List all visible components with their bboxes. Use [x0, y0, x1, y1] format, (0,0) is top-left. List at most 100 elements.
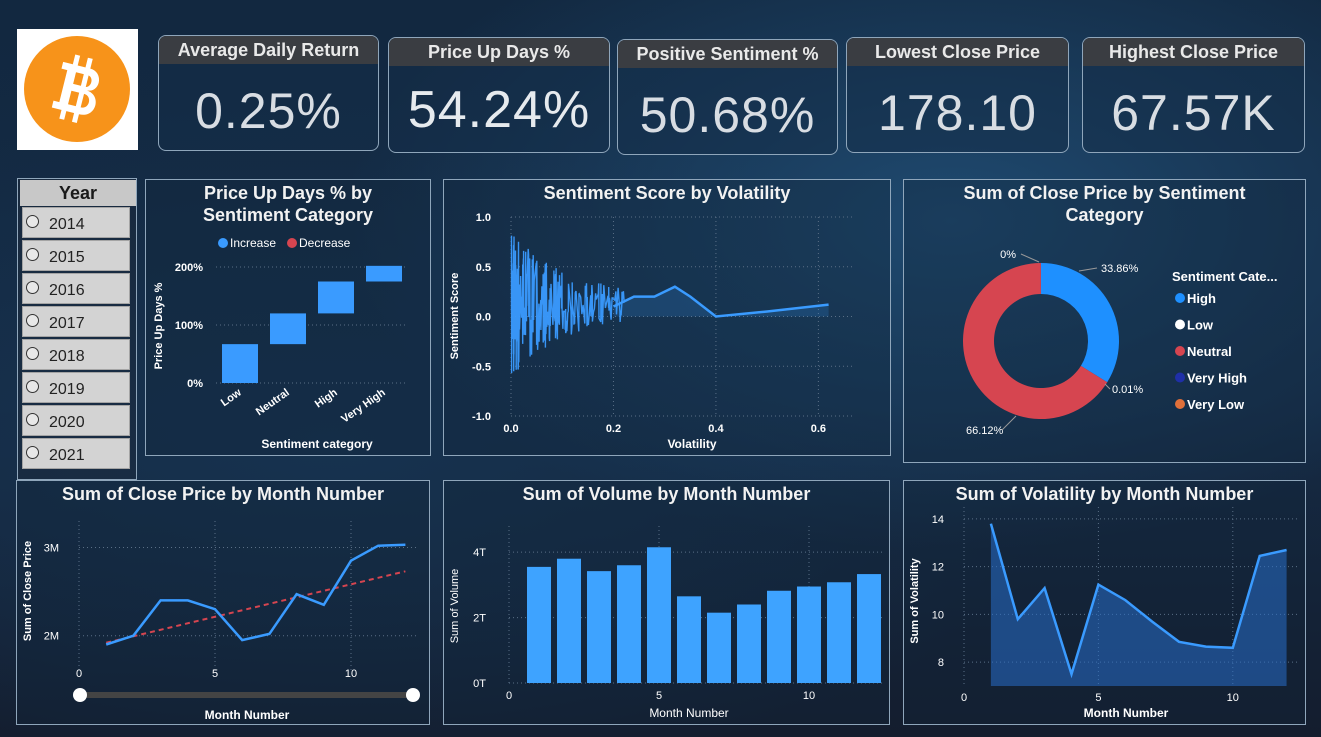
- leader-line: [1001, 415, 1017, 431]
- legend-label: Very High: [1187, 371, 1247, 386]
- slicer-title: Year: [20, 180, 136, 206]
- x-tick-label: 0: [76, 668, 82, 680]
- kpi-value: 54.24%: [407, 81, 591, 139]
- volatility-month-chart: 8 10 12 14 0 5 10 Month Number Sum of Volatility: [909, 507, 1300, 720]
- kpi-value: 67.57K: [1111, 85, 1276, 141]
- x-tick-label: 0: [961, 692, 967, 704]
- radio-icon[interactable]: [26, 248, 39, 261]
- y-tick-label: 0%: [187, 378, 203, 390]
- slicer-item-label: 2019: [49, 381, 85, 398]
- range-slider-handle-right[interactable]: [406, 688, 420, 702]
- sentiment-volatility-panel: Sentiment Score by Volatility 1.0 0.5 0.0-…: [443, 179, 891, 456]
- donut-slice: [1041, 263, 1119, 383]
- radio-icon[interactable]: [26, 215, 39, 228]
- slicer-item-label: 2021: [49, 447, 85, 464]
- x-axis-title: Volatility: [667, 437, 716, 451]
- x-tick-label: 5: [212, 668, 218, 680]
- slicer-item-2017[interactable]: 2017: [22, 306, 130, 337]
- y-tick-label: 14: [932, 514, 944, 526]
- bar: [827, 582, 851, 683]
- radio-icon[interactable]: [26, 446, 39, 459]
- y-axis-title: Price Up Days %: [153, 282, 165, 369]
- data-label: 33.86%: [1101, 263, 1139, 275]
- y-tick-label: 0T: [473, 678, 486, 690]
- x-axis-title: Sentiment category: [261, 437, 373, 451]
- series-line: [105, 543, 406, 646]
- data-label: 66.12%: [966, 425, 1004, 437]
- bar: [707, 612, 731, 683]
- legend-label: Decrease: [299, 236, 351, 250]
- year-slicer: Year 2014 2015 2016 2017 2018 2019 2020 2021: [17, 178, 137, 480]
- radio-icon[interactable]: [26, 314, 39, 327]
- x-tick-label: 0: [506, 690, 512, 702]
- legend-title: Sentiment Cate...: [1172, 269, 1277, 284]
- slicer-item-label: 2014: [49, 216, 85, 233]
- series-area: [990, 523, 1287, 686]
- slicer-item-label: 2016: [49, 282, 85, 299]
- legend-label: Very Low: [1187, 397, 1245, 412]
- legend-marker: [1175, 399, 1185, 409]
- y-tick-label: 1.0: [476, 212, 491, 224]
- range-slider-handle-left[interactable]: [73, 688, 87, 702]
- x-tick-label: 10: [1227, 692, 1239, 704]
- bar: [587, 571, 611, 683]
- waterfall-chart-panel: Price Up Days % by Sentiment Category Inc…: [145, 179, 431, 456]
- x-tick-label: High: [313, 386, 340, 410]
- kpi-title: Highest Close Price: [1083, 38, 1304, 66]
- slicer-item-2021[interactable]: 2021: [22, 438, 130, 469]
- legend-label: Low: [1187, 318, 1214, 333]
- radio-icon[interactable]: [26, 347, 39, 360]
- bitcoin-logo: [17, 29, 138, 150]
- radio-icon[interactable]: [26, 281, 39, 294]
- series-area: [613, 286, 829, 317]
- radio-icon[interactable]: [26, 413, 39, 426]
- x-tick-label: 0.6: [811, 423, 826, 435]
- x-tick-label: Very High: [339, 386, 388, 425]
- kpi-title: Price Up Days %: [389, 38, 609, 66]
- slicer-item-label: 2017: [49, 315, 85, 332]
- leader-line: [1104, 383, 1111, 390]
- slicer-item-label: 2020: [49, 414, 85, 431]
- bar: [767, 590, 791, 683]
- slicer-item-2020[interactable]: 2020: [22, 405, 130, 436]
- slicer-item-label: 2018: [49, 348, 85, 365]
- slicer-item-2019[interactable]: 2019: [22, 372, 130, 403]
- y-tick-label: 8: [938, 657, 944, 669]
- y-axis-title: Sum of Volume: [449, 569, 461, 644]
- radio-icon[interactable]: [26, 380, 39, 393]
- trend-line: [105, 570, 406, 644]
- legend-marker: [1175, 293, 1185, 303]
- slicer-item-2014[interactable]: 2014: [22, 207, 130, 238]
- sentiment-volatility-chart: 1.0 0.5 0.0 -0.5 -1.0 0.0 0.2 0.4 0.6 Volatility S…: [449, 212, 854, 451]
- slicer-item-2018[interactable]: 2018: [22, 339, 130, 370]
- volume-month-panel: Sum of Volume by Month Number 0T 2T 4T 0 5 10…: [443, 480, 890, 725]
- y-tick-label: 12: [932, 562, 944, 574]
- y-axis-title: Sum of Volatility: [909, 557, 921, 643]
- waterfall-chart: Increase Decrease 0% 100% 200% Low Neutral High…: [153, 236, 408, 451]
- volatility-month-panel: Sum of Volatility by Month Number 8 10 12 1…: [903, 480, 1306, 725]
- waterfall-bar: [366, 265, 402, 282]
- y-tick-label: 200%: [175, 262, 203, 274]
- bar: [527, 566, 551, 683]
- donut-chart: 0% 33.86% 0.01% 66.12% Sentiment Cate... High…: [963, 249, 1277, 437]
- legend-marker: [218, 238, 228, 248]
- y-tick-label: -0.5: [472, 361, 491, 373]
- y-axis-title: Sentiment Score: [449, 273, 461, 360]
- y-tick-label: 2T: [473, 613, 486, 625]
- close-month-panel: Sum of Close Price by Month Number 2M 3M 0…: [16, 480, 430, 725]
- y-tick-label: 10: [932, 609, 944, 621]
- bar: [857, 574, 881, 683]
- series-line-noise: [510, 235, 625, 374]
- legend-marker: [1175, 319, 1185, 330]
- waterfall-bar: [318, 281, 354, 314]
- waterfall-bar: [222, 344, 258, 383]
- slicer-item-2015[interactable]: 2015: [22, 240, 130, 271]
- x-tick-label: 5: [1095, 692, 1101, 704]
- bar: [737, 604, 761, 683]
- slicer-item-2016[interactable]: 2016: [22, 273, 130, 304]
- y-tick-label: -1.0: [472, 411, 491, 423]
- y-tick-label: 0.0: [476, 312, 491, 324]
- kpi-title: Average Daily Return: [159, 36, 378, 64]
- kpi-lowest-close: Lowest Close Price 178.10: [846, 37, 1069, 153]
- bar: [647, 547, 671, 683]
